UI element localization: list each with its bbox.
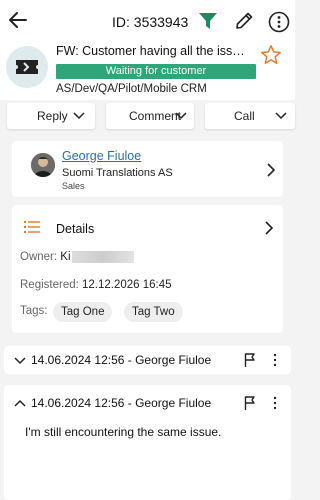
reply-label: Reply <box>37 109 68 123</box>
tags-row: Tags: Tag One Tag Two <box>20 302 183 322</box>
tag-chip[interactable]: Tag Two <box>124 302 183 322</box>
contact-card[interactable]: George Fiuloe Suomi Translations AS Sale… <box>12 141 283 197</box>
flag-icon[interactable] <box>244 396 256 410</box>
comment-button[interactable]: Comment <box>106 103 194 129</box>
registered-value: 12.12.2026 16:45 <box>82 279 172 291</box>
contact-name-link[interactable]: George Fiuloe <box>62 149 141 163</box>
edit-icon[interactable] <box>234 11 254 31</box>
message-item[interactable]: 14.06.2024 12:56 - George Fiuloe <box>4 346 291 374</box>
owner-redaction <box>71 251 134 263</box>
status-badge: Waiting for customer <box>56 64 256 79</box>
chevron-down-icon <box>175 112 187 120</box>
ticket-id: ID: 3533943 <box>112 14 189 30</box>
message-title: 14.06.2024 12:56 - George Fiuloe <box>31 353 212 367</box>
tag-chip[interactable]: Tag One <box>53 302 113 322</box>
chevron-down-icon <box>275 112 287 120</box>
more-icon[interactable] <box>268 11 290 33</box>
call-button[interactable]: Call <box>205 103 295 129</box>
back-arrow-icon[interactable] <box>8 10 28 30</box>
message-item[interactable]: 14.06.2024 12:56 - George Fiuloe I'm sti… <box>4 385 291 500</box>
owner-row: Owner: Ki <box>20 251 134 263</box>
tags-label: Tags: <box>20 305 48 317</box>
details-label[interactable]: Details <box>56 222 94 236</box>
filter-icon[interactable] <box>198 11 218 31</box>
contact-role: Sales <box>62 181 85 191</box>
flag-icon[interactable] <box>244 353 256 367</box>
ticket-header: FW: Customer having all the issues ... W… <box>0 44 295 100</box>
chevron-down-icon[interactable] <box>14 356 26 366</box>
comment-label: Comment <box>129 109 182 123</box>
chevron-down-icon <box>73 112 85 120</box>
chevron-up-icon[interactable] <box>14 398 26 408</box>
registered-label: Registered: <box>20 279 79 291</box>
ticket-avatar <box>6 46 48 88</box>
list-icon <box>24 221 40 233</box>
owner-value: Ki <box>60 251 71 264</box>
chevron-right-icon <box>267 163 276 177</box>
category-path: AS/Dev/QA/Pilot/Mobile CRM <box>56 83 207 95</box>
star-icon[interactable] <box>260 44 282 66</box>
action-bar: Reply Comment Call <box>0 100 295 134</box>
details-card: Details Owner: Ki Registered: 12.12.2026… <box>12 205 283 333</box>
kebab-icon[interactable] <box>273 353 277 367</box>
kebab-icon[interactable] <box>273 396 277 410</box>
chevron-right-icon[interactable] <box>264 221 274 235</box>
registered-row: Registered: 12.12.2026 16:45 <box>20 279 172 291</box>
ticket-icon <box>16 60 38 74</box>
message-title: 14.06.2024 12:56 - George Fiuloe <box>31 396 212 410</box>
avatar <box>31 153 55 177</box>
message-body: I'm still encountering the same issue. <box>25 425 222 439</box>
reply-button[interactable]: Reply <box>7 103 95 129</box>
contact-company: Suomi Translations AS <box>62 167 173 179</box>
owner-label: Owner: <box>20 251 58 264</box>
top-bar: ID: 3533943 <box>0 0 295 44</box>
ticket-title: FW: Customer having all the issues ... <box>56 44 246 58</box>
call-label: Call <box>234 109 255 123</box>
